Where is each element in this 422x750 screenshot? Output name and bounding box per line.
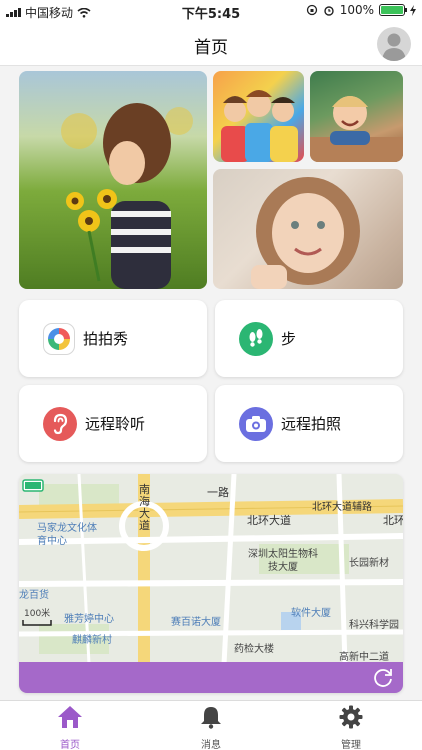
photo-boy-at-chalkboard[interactable] [310, 71, 403, 162]
feature-label: 拍拍秀 [83, 330, 129, 348]
tab-home[interactable]: 首页 [30, 705, 110, 750]
feature-label: 远程聆听 [85, 415, 146, 433]
tab-bar: 首页 消息 管理 [0, 700, 422, 750]
avatar[interactable] [377, 27, 411, 61]
nav-bar: 首页 [0, 22, 422, 66]
camera-shutter-icon [43, 322, 75, 355]
map-label: 深圳太阳生物科技大厦 [248, 549, 318, 573]
user-icon [382, 33, 406, 61]
tab-messages[interactable]: 消息 [171, 705, 251, 750]
footprints-icon [239, 321, 273, 356]
map-label: 一路 [207, 486, 229, 499]
map-label: 软件大厦 [291, 608, 331, 619]
gear-icon [339, 705, 363, 729]
map-label: 北环大道 [247, 514, 291, 527]
tab-manage[interactable]: 管理 [311, 705, 391, 750]
home-icon [58, 706, 82, 728]
page-title: 首页 [194, 38, 228, 58]
feature-photo-show[interactable]: 拍拍秀 [19, 300, 207, 377]
battery-percent: 100% [339, 3, 374, 17]
tab-label: 管理 [341, 740, 361, 750]
map-label: 赛百诺大厦 [171, 617, 221, 628]
feature-label: 步 [281, 330, 297, 348]
feature-remote-photo[interactable]: 远程拍照 [215, 385, 403, 462]
tab-label: 消息 [201, 740, 221, 750]
map-label: 药检大楼 [234, 644, 274, 655]
bell-icon [201, 707, 221, 729]
feature-remote-listen[interactable]: 远程聆听 [19, 385, 207, 462]
tab-label: 首页 [60, 740, 80, 750]
feature-label: 远程拍照 [281, 415, 342, 433]
photo-smiling-girl[interactable] [213, 169, 403, 289]
map-scale-label: 100米 [24, 609, 51, 619]
map-label: 长园新材 [349, 558, 389, 569]
location-map[interactable]: 南海大道 一路 北环大道辅路 北环大道 北环 马家龙文化体育中心 深圳太阳生物科… [19, 474, 403, 693]
photo-children-classroom[interactable] [213, 71, 304, 162]
map-label: 龙百货 [19, 590, 49, 601]
photo-girl-with-sunflowers[interactable] [19, 71, 207, 289]
alarm-icon [323, 6, 334, 16]
map-label: 马家龙文化体育中心 [37, 523, 97, 547]
battery-icon [379, 4, 407, 16]
ear-icon [43, 406, 77, 441]
map-label: 雅芳婷中心 [64, 614, 114, 625]
charging-icon [410, 4, 416, 16]
map-label: 南海大道 [139, 483, 150, 532]
map-label: 北环大道辅路 [312, 502, 372, 513]
camera-icon [239, 406, 273, 441]
feature-steps[interactable]: 步 [215, 300, 403, 377]
map-label: 科兴科学园 [349, 620, 399, 631]
map-label: 北环 [383, 514, 403, 527]
map-label: 高新中二道 [339, 652, 389, 663]
refresh-icon[interactable] [371, 666, 395, 690]
orientation-lock-icon [306, 4, 317, 16]
map-footer [19, 662, 403, 693]
map-label: 麒麟新村 [72, 635, 112, 646]
status-bar: 中国移动 下午5:45 100% [0, 0, 422, 22]
